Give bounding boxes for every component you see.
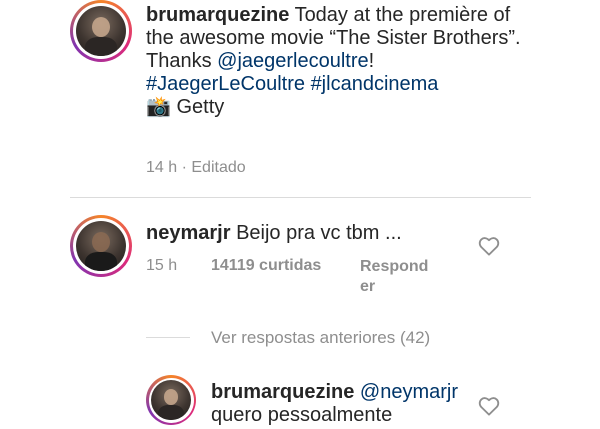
profile-photo [76, 221, 126, 271]
reply-body: brumarquezine @neymarjr quero pessoalmen… [211, 381, 491, 427]
comment-time: 15 h [146, 257, 178, 274]
heart-outline-icon[interactable] [478, 396, 500, 416]
comment-text: Beijo pra vc tbm ... [236, 222, 402, 244]
reply-button[interactable]: Respond er [360, 257, 428, 297]
reply-username[interactable]: brumarquezine [211, 381, 354, 403]
divider [70, 197, 531, 198]
comment-avatar[interactable] [70, 215, 132, 277]
hashtag-link[interactable]: #jlcandcinema [311, 73, 439, 95]
likes-count[interactable]: 14119 curtidas [211, 257, 321, 275]
photo-credit: Getty [176, 96, 225, 118]
reply-avatar[interactable] [146, 375, 196, 425]
edited-label: Editado [191, 159, 246, 176]
post-avatar[interactable] [70, 0, 132, 62]
hashtag-link[interactable]: #JaegerLeCoultre [146, 73, 305, 95]
post-caption: brumarquezine Today at the première of t… [146, 4, 526, 119]
view-previous-replies[interactable]: Ver respostas anteriores (42) [211, 328, 430, 348]
reply-mention[interactable]: @neymarjr [360, 381, 458, 403]
meta-separator: · [181, 159, 187, 176]
post-username[interactable]: brumarquezine [146, 4, 289, 26]
mention-link[interactable]: @jaegerlecoultre [217, 50, 369, 72]
replies-line [146, 337, 190, 338]
exclaim: ! [368, 50, 375, 72]
comment-body: neymarjr Beijo pra vc tbm ... [146, 222, 402, 245]
post-time: 14 h [146, 159, 178, 176]
heart-outline-icon[interactable] [478, 236, 500, 256]
camera-icon: 📸 [146, 96, 171, 118]
post-meta: 14 h · Editado [146, 159, 246, 177]
comment-username[interactable]: neymarjr [146, 222, 231, 244]
profile-photo [76, 6, 126, 56]
reply-text: quero pessoalmente [211, 404, 393, 426]
profile-photo [151, 380, 191, 420]
